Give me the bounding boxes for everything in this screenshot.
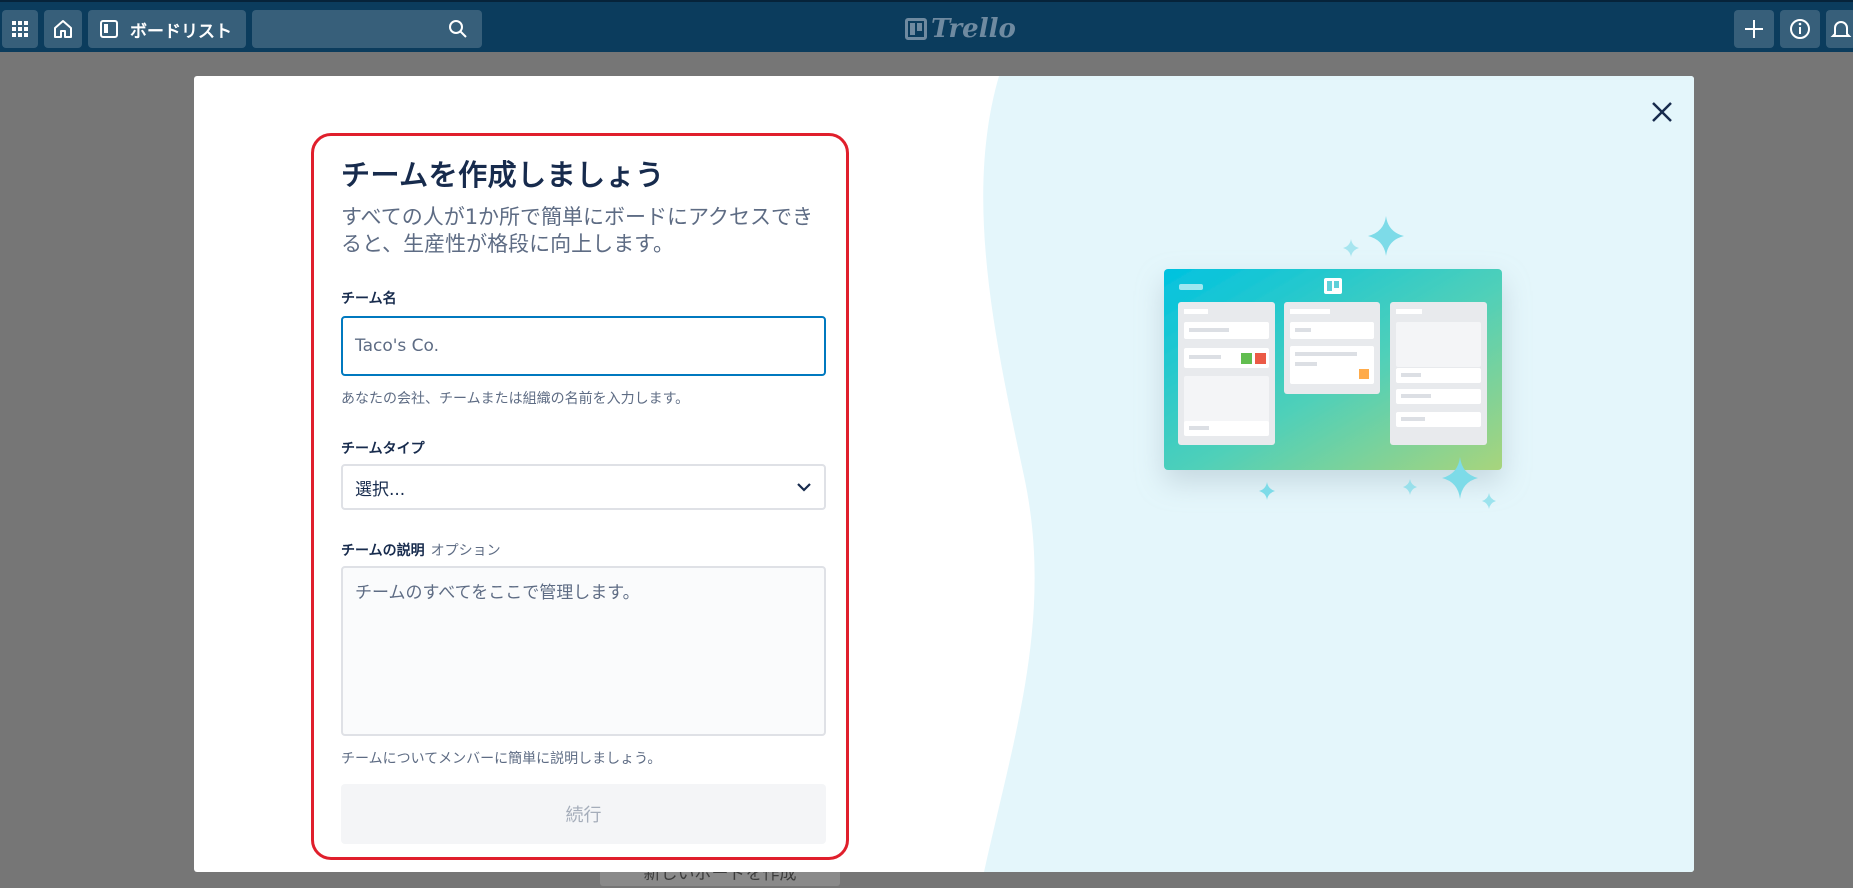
chevron-down-icon <box>797 483 811 492</box>
team-description-optional: オプション <box>430 543 501 559</box>
create-button[interactable] <box>1734 10 1774 48</box>
info-icon <box>1790 19 1810 39</box>
team-name-input[interactable]: Taco's Co. <box>341 316 826 376</box>
home-icon <box>54 20 72 38</box>
modal-subtitle: すべての人が1か所で簡単にボードにアクセスできると、生産性が格段に向上します。 <box>341 205 813 256</box>
close-button[interactable] <box>1644 94 1680 130</box>
plus-icon <box>1745 20 1763 38</box>
create-team-form: チームを作成しましょう すべての人が1か所で簡単にボードにアクセスできると、生産… <box>341 156 826 844</box>
team-type-label: チームタイプ <box>341 441 425 457</box>
search-icon <box>449 20 467 38</box>
home-button[interactable] <box>44 10 82 48</box>
board-icon <box>100 20 118 38</box>
team-name-value: Taco's Co. <box>355 336 440 356</box>
apps-icon <box>12 21 28 37</box>
boards-label: ボードリスト <box>130 21 232 42</box>
notifications-button[interactable] <box>1826 10 1853 48</box>
top-bar: ボードリスト Trello <box>0 0 1853 52</box>
team-name-hint: あなたの会社、チームまたは組織の名前を入力します。 <box>341 391 690 407</box>
search-box[interactable] <box>252 10 482 48</box>
team-type-select[interactable]: 選択... <box>341 464 826 510</box>
team-description-textarea[interactable]: チームのすべてをここで管理します。 <box>341 566 826 736</box>
team-description-label-text: チームの説明 <box>341 543 425 559</box>
create-team-modal: チームを作成しましょう すべての人が1か所で簡単にボードにアクセスできると、生産… <box>194 76 1694 872</box>
team-type-selected: 選択... <box>355 479 406 500</box>
boards-button[interactable]: ボードリスト <box>88 10 246 48</box>
modal-title: チームを作成しましょう <box>341 158 665 192</box>
trello-logo[interactable]: Trello <box>905 13 1016 45</box>
team-description-label: チームの説明 オプション <box>341 540 826 560</box>
board-illustration <box>1164 269 1502 470</box>
bell-icon <box>1830 21 1852 37</box>
team-description-placeholder: チームのすべてをここで管理します。 <box>355 583 640 603</box>
trello-logo-text: Trello <box>931 14 1016 44</box>
team-description-hint: チームについてメンバーに簡単に説明しましょう。 <box>341 751 662 767</box>
continue-button[interactable]: 続行 <box>341 784 826 844</box>
apps-button[interactable] <box>2 10 38 48</box>
close-icon <box>1652 102 1672 122</box>
trello-logo-icon <box>905 18 927 40</box>
info-button[interactable] <box>1780 10 1820 48</box>
team-name-label: チーム名 <box>341 291 397 307</box>
